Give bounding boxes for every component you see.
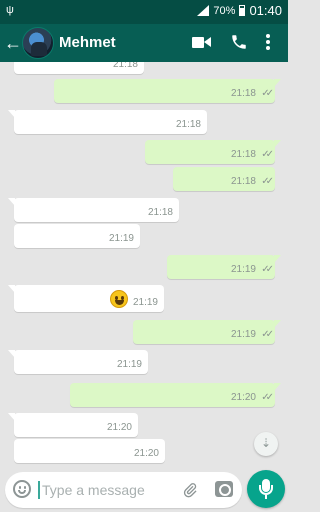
message-outgoing[interactable]: 21:18 ✓✓ [145, 140, 281, 164]
read-ticks-icon: ✓✓ [261, 329, 274, 340]
usb-icon: ψ [6, 4, 14, 16]
video-call-icon[interactable] [192, 36, 212, 50]
message-time: 21:19 [116, 359, 142, 370]
contact-name[interactable]: Mehmet [59, 34, 116, 51]
camera-icon[interactable] [215, 481, 233, 497]
double-chevron-down-icon[interactable]: ⇣ [254, 432, 278, 456]
signal-icon [197, 5, 210, 16]
message-partial[interactable]: 21:18 [14, 62, 144, 74]
message-incoming[interactable]: 21:19 [14, 224, 140, 248]
message-outgoing[interactable]: 21:19 ✓✓ [133, 320, 281, 344]
microphone-button[interactable] [247, 470, 285, 508]
message-time: 21:18 [175, 119, 201, 130]
grinning-face-emoji [110, 290, 128, 308]
message-time: 21:18 [230, 88, 256, 99]
paperclip-icon[interactable] [182, 481, 198, 499]
read-ticks-icon: ✓✓ [261, 88, 274, 99]
message-outgoing[interactable]: 21:19 ✓✓ [167, 255, 281, 279]
message-outgoing[interactable]: 21:18 ✓✓ [173, 167, 275, 191]
message-time: 21:18 [230, 149, 256, 160]
message-time: 21:20 [230, 392, 256, 403]
message-outgoing[interactable]: 21:20 ✓✓ [70, 383, 281, 407]
message-time: 21:19 [132, 297, 158, 308]
message-time: 21:20 [133, 448, 159, 459]
microphone-stand [259, 485, 273, 495]
message-list[interactable]: 21:18 21:18 ✓✓ 21:18 21:18 ✓✓ 21:18 ✓✓ 2… [0, 62, 288, 468]
message-incoming[interactable]: 21:18 [8, 198, 179, 222]
message-time: 21:18 [112, 62, 138, 70]
text-cursor [38, 481, 40, 499]
message-incoming[interactable]: 21:20 [8, 413, 138, 437]
message-time: 21:18 [147, 207, 173, 218]
avatar[interactable] [22, 27, 54, 59]
message-time: 21:19 [230, 329, 256, 340]
battery-percent: 70% [213, 4, 236, 17]
emoji-icon[interactable] [13, 480, 31, 498]
message-incoming-emoji[interactable]: 21:19 [8, 285, 164, 312]
read-ticks-icon: ✓✓ [261, 264, 274, 275]
message-composer [5, 472, 242, 508]
read-ticks-icon: ✓✓ [261, 392, 274, 403]
back-arrow-icon[interactable]: ← [4, 32, 22, 54]
message-incoming[interactable]: 21:18 [8, 110, 207, 134]
message-time: 21:19 [108, 233, 134, 244]
message-incoming[interactable]: 21:20 [14, 439, 165, 463]
more-icon[interactable] [262, 34, 274, 52]
phone-icon[interactable] [230, 33, 248, 51]
battery-icon [239, 5, 246, 16]
message-time: 21:18 [230, 176, 256, 187]
read-ticks-icon: ✓✓ [261, 176, 274, 187]
read-ticks-icon: ✓✓ [261, 149, 274, 160]
status-right: 70% 01:40 [197, 3, 282, 18]
message-incoming[interactable]: 21:19 [8, 350, 148, 374]
status-bar: ψ 70% 01:40 [0, 0, 288, 24]
message-time: 21:20 [106, 422, 132, 433]
message-outgoing[interactable]: 21:18 ✓✓ [54, 79, 281, 103]
microphone-leg [265, 495, 267, 499]
clock: 01:40 [249, 3, 282, 18]
message-input[interactable] [42, 478, 172, 502]
message-time: 21:19 [230, 264, 256, 275]
chat-header: ← Mehmet [0, 24, 288, 62]
